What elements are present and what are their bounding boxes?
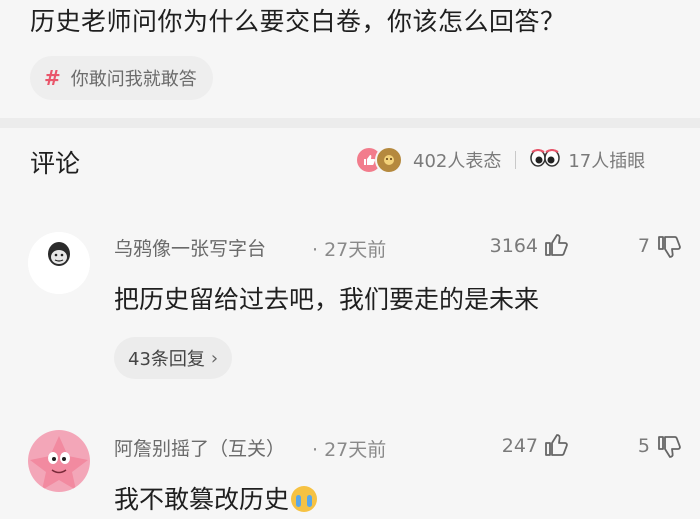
- topic-tag[interactable]: # 你敢问我就敢答: [30, 56, 213, 100]
- comment-text: 我不敢篡改历史: [114, 480, 318, 516]
- topic-tag-label: 你敢问我就敢答: [70, 69, 197, 90]
- eyes-icon: [530, 148, 561, 172]
- comments-section-title: 评论: [30, 149, 81, 178]
- crying-face-emoji-icon: [291, 486, 318, 512]
- comment-text: 把历史留给过去吧，我们要走的是未来: [114, 285, 540, 314]
- patrick-star-avatar[interactable]: [28, 430, 90, 492]
- replies-button[interactable]: 43条回复 ›: [114, 337, 233, 379]
- comment-username[interactable]: 乌鸦像一张写字台: [114, 234, 266, 261]
- thumbs-up-icon[interactable]: [542, 231, 570, 259]
- thumbs-up-icon[interactable]: [542, 431, 570, 459]
- section-divider: [0, 118, 700, 128]
- comments-header: 评论 402人表态 17人插眼: [0, 140, 700, 184]
- chevron-right-icon: ›: [210, 347, 219, 369]
- comment-item: 乌鸦像一张写字台 · 27天前 3164 7 把历史留给过去吧，我们要走的是未来…: [0, 214, 700, 394]
- thumbs-down-icon[interactable]: [655, 433, 683, 461]
- like-count: 247: [501, 435, 538, 457]
- thumbs-down-icon[interactable]: [655, 233, 683, 261]
- reactions-summary[interactable]: 402人表态 17人插眼: [355, 146, 645, 174]
- dislike-count: 7: [637, 235, 650, 257]
- replies-label: 43条回复: [128, 349, 205, 370]
- views-count: 17人插眼: [568, 151, 646, 172]
- comment-text-body: 我不敢篡改历史: [114, 485, 290, 514]
- like-count: 3164: [489, 235, 538, 257]
- dislike-count: 5: [637, 435, 650, 457]
- header-separator: [515, 151, 517, 169]
- comment-time: · 27天前: [312, 439, 387, 461]
- comment-time: · 27天前: [312, 239, 387, 261]
- comment-item: 阿詹别摇了（互关） · 27天前 247 5 我不敢篡改历史: [0, 420, 700, 519]
- post-title: 历史老师问你为什么要交白卷，你该怎么回答？: [30, 7, 566, 36]
- hash-icon: #: [44, 66, 61, 90]
- comment-username[interactable]: 阿詹别摇了（互关）: [114, 434, 285, 461]
- emoji-reaction-icon: [375, 146, 403, 174]
- reactions-count: 402人表态: [413, 151, 502, 172]
- meme-face-avatar[interactable]: [28, 232, 90, 294]
